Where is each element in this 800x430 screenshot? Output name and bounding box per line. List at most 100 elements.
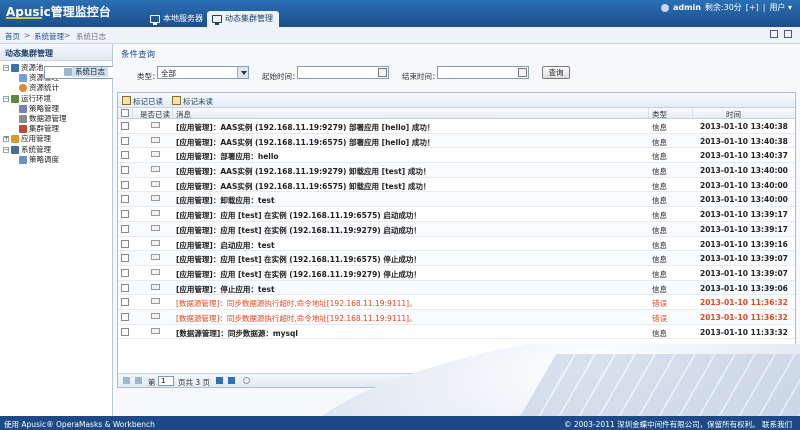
row-checkbox[interactable] [121, 122, 129, 130]
tree-node-cluster[interactable]: 集群管理 [0, 124, 112, 134]
table-row[interactable]: [应用管理]：应用 [test] 在实例 (192.168.11.19:9279… [118, 266, 795, 281]
collapse-icon[interactable]: − [3, 65, 9, 71]
mail-icon [151, 283, 160, 290]
table-row[interactable]: [应用管理]：AAS实例 (192.168.11.19:6575) 卸载应用 [… [118, 178, 795, 193]
grid-toolbar: 标记已读 标记未读 [118, 93, 795, 108]
table-row[interactable]: [应用管理]：AAS实例 (192.168.11.19:9279) 卸载应用 [… [118, 163, 795, 178]
mail-icon [151, 239, 160, 246]
cell-message: [应用管理]：卸载应用：test [176, 196, 275, 206]
breadcrumb-home[interactable]: 首页 [5, 31, 20, 42]
row-checkbox[interactable] [121, 298, 129, 307]
refresh-link[interactable]: [+] [746, 3, 759, 12]
cell-message: [应用管理]：应用 [test] 在实例 (192.168.11.19:9279… [176, 269, 421, 279]
row-checkbox[interactable] [121, 268, 129, 277]
calendar-icon[interactable] [518, 68, 527, 77]
cell-time: 2013-01-10 13:39:17 [700, 224, 788, 234]
type-select[interactable]: 全部 [157, 66, 249, 79]
tree-node-resource-stats[interactable]: 资源统计 [0, 83, 112, 93]
fullscreen-icon[interactable] [784, 30, 792, 38]
tree-node-datasource[interactable]: 数据源管理 [0, 114, 112, 124]
user-menu[interactable]: 用户 ▾ [769, 2, 792, 13]
cell-type: 信息 [652, 137, 667, 147]
mark-unread-icon [172, 96, 181, 105]
cell-type: 信息 [652, 269, 667, 279]
row-checkbox[interactable] [121, 151, 129, 160]
app-icon [11, 135, 19, 144]
tab-local-server[interactable]: 本地服务器 [145, 11, 209, 27]
breadcrumb-section[interactable]: 系统管理 [34, 31, 64, 42]
row-checkbox[interactable] [121, 283, 129, 292]
cell-type: 信息 [652, 255, 667, 265]
end-time-input[interactable] [437, 66, 529, 79]
breadcrumb-sep: > [64, 31, 71, 40]
cell-message: [数据源管理]：同步数据源执行超时,命令地址[192.168.11.19:911… [176, 313, 417, 323]
table-row[interactable]: [数据源管理]：同步数据源执行超时,命令地址[192.168.11.19:911… [118, 295, 795, 310]
tree-node-policy[interactable]: 策略管理 [0, 104, 112, 114]
expand-icon[interactable]: + [3, 136, 9, 143]
cell-type: 信息 [652, 240, 667, 250]
tree-node-runtime[interactable]: − 运行环境 [0, 94, 112, 104]
cell-time: 2013-01-10 13:39:06 [700, 283, 788, 293]
mail-icon [151, 151, 160, 158]
row-checkbox[interactable] [121, 180, 129, 189]
start-time-input[interactable] [297, 66, 389, 79]
cell-message: [应用管理]：AAS实例 (192.168.11.19:9279) 卸载应用 [… [176, 167, 431, 177]
table-row[interactable]: [应用管理]：应用 [test] 在实例 (192.168.11.19:9279… [118, 221, 795, 237]
table-row[interactable]: [数据源管理]：同步数据源：mysql 信息 2013-01-10 11:33:32 [118, 325, 795, 340]
table-row[interactable]: [数据源管理]：同步数据源执行超时,命令地址[192.168.11.19:911… [118, 309, 795, 325]
row-checkbox[interactable] [121, 239, 129, 248]
button-label: 标记已读 [133, 97, 163, 106]
mail-icon [151, 195, 160, 202]
row-checkbox[interactable] [121, 327, 129, 336]
mark-read-button[interactable]: 标记已读 [122, 96, 163, 107]
table-row[interactable]: [应用管理]：AAS实例 (192.168.11.19:6575) 部署应用 [… [118, 133, 795, 149]
cell-time: 2013-01-10 13:40:00 [700, 166, 788, 176]
cell-message: [应用管理]：应用 [test] 在实例 (192.168.11.19:6575… [176, 211, 421, 221]
chevron-down-icon[interactable] [237, 67, 248, 78]
end-time-label: 结束时间： [402, 72, 440, 81]
cell-time: 2013-01-10 13:40:38 [700, 136, 788, 146]
mail-icon [151, 327, 160, 334]
table-row[interactable]: [应用管理]：启动应用：test 信息 2013-01-10 13:39:16 [118, 237, 795, 252]
tree-label: 策略管理 [29, 103, 59, 113]
nav-tree: − 资源池 资源管理 资源统计 − 运行环境 策略管理 数据源管理 集群管理 [0, 61, 136, 165]
cell-type: 信息 [652, 196, 667, 206]
table-row[interactable]: [应用管理]：部署应用：hello 信息 2013-01-10 13:40:37 [118, 148, 795, 164]
mark-unread-button[interactable]: 标记未读 [172, 96, 213, 107]
tree-node-system[interactable]: − 系统管理 [0, 145, 112, 155]
row-checkbox[interactable] [121, 312, 129, 321]
query-button[interactable]: 查询 [542, 66, 570, 79]
table-row[interactable]: [应用管理]：AAS实例 (192.168.11.19:9279) 部署应用 [… [118, 119, 795, 134]
breadcrumb-sep: > [24, 31, 31, 40]
cell-time: 2013-01-10 13:40:00 [700, 195, 788, 205]
row-checkbox[interactable] [121, 195, 129, 204]
cell-time: 2013-01-10 11:36:32 [700, 298, 788, 308]
row-checkbox[interactable] [121, 136, 129, 145]
calendar-icon[interactable] [378, 68, 387, 77]
list-icon[interactable] [770, 30, 778, 38]
type-select-value: 全部 [161, 69, 176, 78]
cell-message: [应用管理]：应用 [test] 在实例 (192.168.11.19:6575… [176, 255, 421, 265]
database-icon [19, 114, 27, 123]
table-row[interactable]: [应用管理]：应用 [test] 在实例 (192.168.11.19:6575… [118, 207, 795, 222]
tree-label: 系统日志 [72, 67, 108, 77]
row-checkbox[interactable] [121, 254, 129, 263]
select-all-checkbox[interactable] [121, 109, 129, 117]
table-row[interactable]: [应用管理]：卸载应用：test 信息 2013-01-10 13:40:00 [118, 192, 795, 208]
sidebar-title: 动态集群管理 [0, 44, 112, 61]
row-checkbox[interactable] [121, 166, 129, 175]
row-checkbox[interactable] [121, 224, 129, 233]
table-row[interactable]: [应用管理]：停止应用：test 信息 2013-01-10 13:39:06 [118, 280, 795, 296]
session-remaining: 剩余:30分 [704, 3, 742, 12]
tab-label: 本地服务器 [163, 14, 203, 23]
table-row[interactable]: [应用管理]：应用 [test] 在实例 (192.168.11.19:6575… [118, 251, 795, 266]
cell-time: 2013-01-10 13:39:16 [700, 239, 788, 249]
collapse-icon[interactable]: − [3, 95, 9, 102]
tree-node-scheduling[interactable]: 策略调度 [0, 155, 112, 165]
collapse-icon[interactable]: − [3, 146, 9, 153]
tree-node-app-manage[interactable]: + 应用管理 [0, 134, 112, 144]
divider: | [762, 3, 766, 12]
breadcrumb: 首页 > 系统管理 > 系统日志 [0, 27, 800, 44]
row-checkbox[interactable] [121, 210, 129, 219]
tab-cluster-management[interactable]: 动态集群管理 [207, 11, 279, 27]
